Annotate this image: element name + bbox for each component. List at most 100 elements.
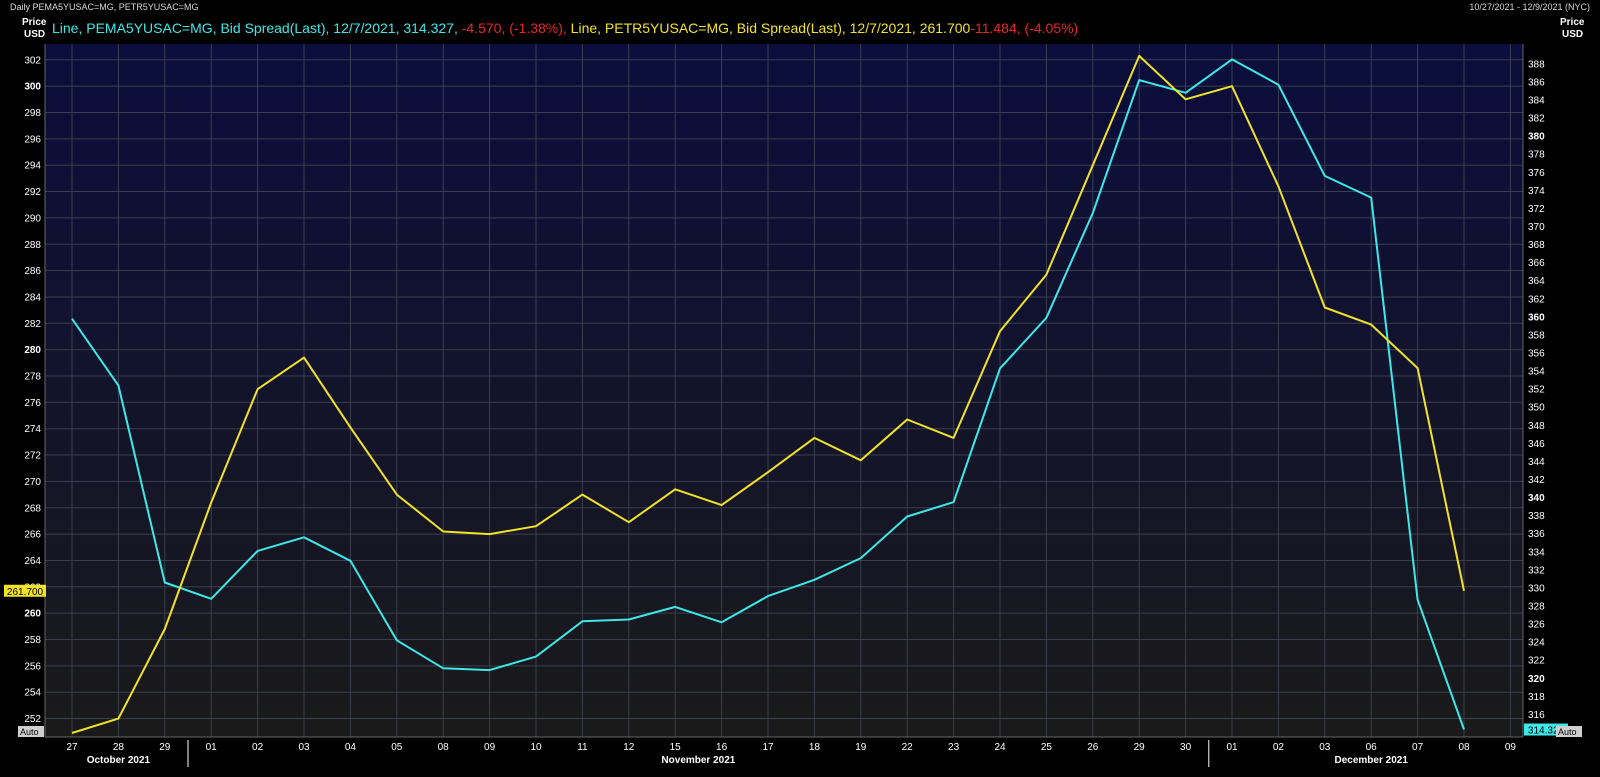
x-tick-label: 09 (484, 742, 496, 753)
x-tick-label: 27 (66, 742, 78, 753)
legend-petr-text: Line, PETR5YUSAC=MG, Bid Spread(Last), 1… (567, 20, 971, 36)
x-tick-label: 17 (762, 742, 774, 753)
month-label: December 2021 (1335, 755, 1409, 766)
right-tick-label: 342 (1528, 475, 1545, 486)
left-tick-label: 266 (24, 530, 41, 541)
left-tick-label: 286 (24, 266, 41, 277)
x-tick-label: 28 (113, 742, 125, 753)
x-tick-label: 07 (1412, 742, 1424, 753)
left-tick-label: 254 (24, 688, 41, 699)
chart-title: Daily PEMA5YUSAC=MG, PETR5YUSAC=MG (10, 2, 199, 12)
auto-right-button[interactable]: Auto (1556, 726, 1582, 737)
month-label: October 2021 (87, 755, 151, 766)
month-label: November 2021 (661, 755, 735, 766)
right-tick-label: 378 (1528, 150, 1545, 161)
left-last-value-label: 261.700 (7, 587, 44, 598)
x-tick-label: 25 (1041, 742, 1053, 753)
right-tick-label: 356 (1528, 349, 1545, 360)
right-tick-label: 330 (1528, 583, 1545, 594)
x-tick-label: 30 (1180, 742, 1192, 753)
left-tick-label: 268 (24, 503, 41, 514)
right-tick-label: 372 (1528, 204, 1545, 215)
right-tick-label: 360 (1528, 312, 1545, 323)
x-tick-label: 09 (1505, 742, 1517, 753)
x-tick-label: 01 (206, 742, 218, 753)
left-tick-label: 274 (24, 424, 41, 435)
left-tick-label: 292 (24, 187, 41, 198)
x-tick-label: 10 (530, 742, 542, 753)
x-tick-label: 22 (902, 742, 914, 753)
left-tick-label: 288 (24, 240, 41, 251)
x-tick-label: 01 (1226, 742, 1238, 753)
right-tick-label: 344 (1528, 457, 1545, 468)
left-tick-label: 290 (24, 213, 41, 224)
right-tick-label: 346 (1528, 439, 1545, 450)
right-tick-label: 322 (1528, 656, 1545, 667)
right-axis: 316 318 320 322 324 326 328 330 332 334 336 338 340 3… (1528, 59, 1545, 721)
left-tick-label: 256 (24, 661, 41, 672)
left-tick-label: 272 (24, 451, 41, 462)
left-tick-label: 280 (24, 345, 41, 356)
right-tick-label: 364 (1528, 276, 1545, 287)
right-tick-label: 380 (1528, 132, 1545, 143)
left-tick-label: 276 (24, 398, 41, 409)
right-tick-label: 370 (1528, 222, 1545, 233)
right-tick-label: 388 (1528, 59, 1545, 70)
auto-left-button[interactable]: Auto (18, 726, 44, 737)
x-tick-label: 08 (438, 742, 450, 753)
x-tick-label: 04 (345, 742, 357, 753)
chart-area: 2522542562582602622642662682702722742762… (4, 17, 1585, 767)
x-tick-label: 29 (1134, 742, 1146, 753)
right-axis-title-usd: USD (1562, 29, 1583, 40)
right-tick-label: 328 (1528, 601, 1545, 612)
date-range: 10/27/2021 - 12/9/2021 (NYC) (1469, 2, 1590, 12)
right-tick-label: 366 (1528, 258, 1545, 269)
right-tick-label: 384 (1528, 96, 1545, 107)
right-axis-title-price: Price (1560, 17, 1585, 28)
x-tick-label: 08 (1458, 742, 1470, 753)
left-tick-label: 270 (24, 477, 41, 488)
x-tick-label: 11 (577, 742, 588, 753)
left-tick-label: 294 (24, 161, 41, 172)
right-tick-label: 350 (1528, 403, 1545, 414)
right-tick-label: 362 (1528, 294, 1545, 305)
right-tick-label: 318 (1528, 692, 1545, 703)
right-tick-label: 352 (1528, 385, 1545, 396)
right-tick-label: 382 (1528, 114, 1545, 125)
right-tick-label: 320 (1528, 674, 1545, 685)
x-tick-label: 24 (994, 742, 1006, 753)
legend: Line, PEMA5YUSAC=MG, Bid Spread(Last), 1… (52, 20, 1078, 36)
right-tick-label: 376 (1528, 168, 1545, 179)
right-tick-label: 316 (1528, 710, 1545, 721)
x-tick-label: 19 (855, 742, 867, 753)
left-axis-title-price: Price (22, 17, 47, 28)
auto-right-label: Auto (1558, 727, 1577, 737)
x-tick-label: 29 (159, 742, 171, 753)
right-tick-label: 340 (1528, 493, 1545, 504)
x-tick-label: 03 (298, 742, 310, 753)
left-tick-label: 296 (24, 134, 41, 145)
plot-background (45, 44, 1523, 737)
x-tick-label: 05 (391, 742, 403, 753)
legend-petr-change: -11.484, (-4.05%) (970, 20, 1078, 36)
left-tick-label: 302 (24, 55, 41, 66)
right-tick-label: 338 (1528, 511, 1545, 522)
x-tick-label: 15 (670, 742, 682, 753)
right-tick-label: 368 (1528, 240, 1545, 251)
auto-left-label: Auto (20, 727, 39, 737)
x-tick-label: 02 (1273, 742, 1285, 753)
left-tick-label: 284 (24, 292, 41, 303)
left-axis-title-usd: USD (24, 29, 45, 40)
right-tick-label: 332 (1528, 565, 1545, 576)
x-tick-label: 06 (1366, 742, 1378, 753)
right-tick-label: 326 (1528, 620, 1545, 631)
x-tick-label: 03 (1319, 742, 1331, 753)
x-tick-label: 12 (623, 742, 635, 753)
x-tick-label: 26 (1087, 742, 1099, 753)
right-tick-label: 358 (1528, 330, 1545, 341)
right-tick-label: 324 (1528, 638, 1545, 649)
right-tick-label: 386 (1528, 77, 1545, 88)
left-tick-label: 278 (24, 372, 41, 383)
x-tick-label: 16 (716, 742, 728, 753)
left-tick-label: 258 (24, 635, 41, 646)
